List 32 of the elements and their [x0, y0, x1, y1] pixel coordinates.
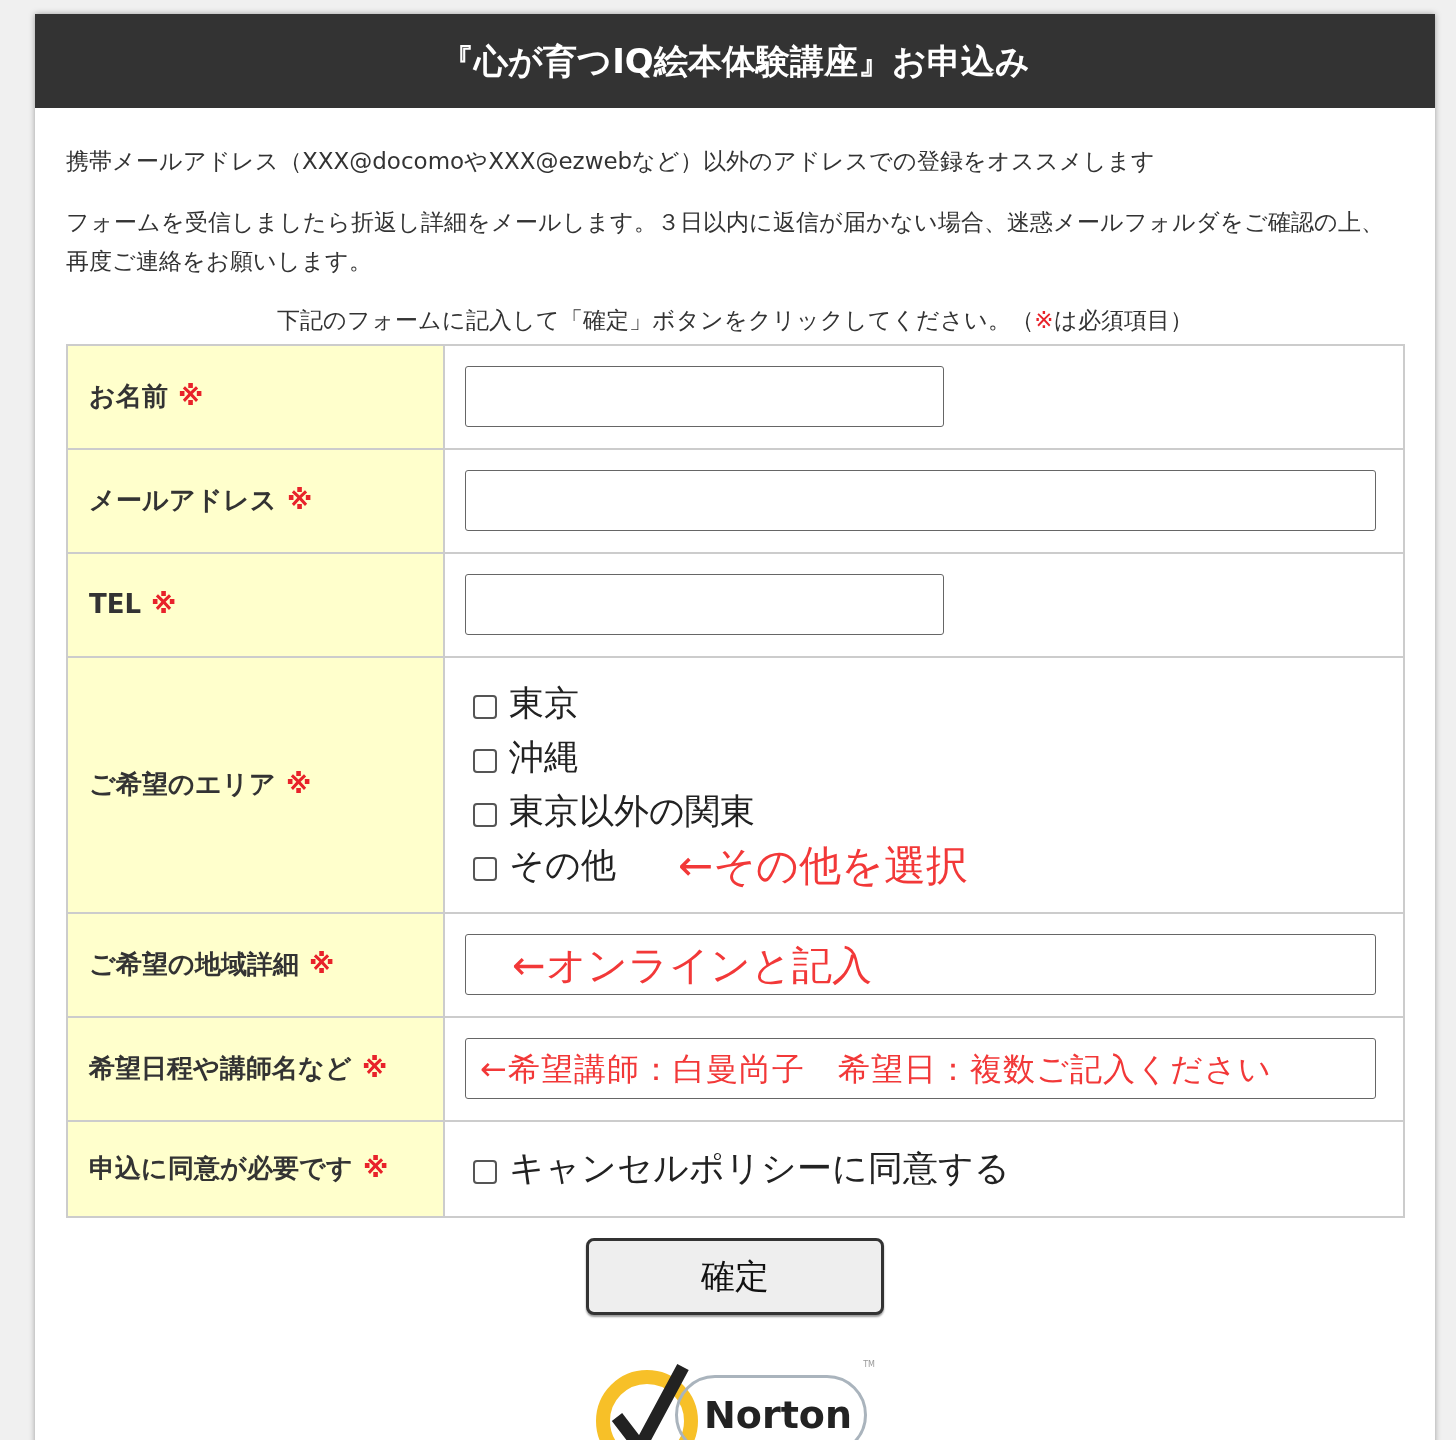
checkbox-label: 沖縄	[509, 740, 579, 775]
field-label: 希望日程や講師名など ※	[89, 1052, 388, 1085]
checkbox[interactable]	[473, 748, 497, 773]
input-field[interactable]	[465, 574, 944, 635]
checkbox-label: キャンセルポリシーに同意する	[509, 1151, 1010, 1186]
field-label: 申込に同意が必要です ※	[89, 1152, 389, 1185]
checkbox[interactable]	[473, 694, 497, 719]
field-label: メールアドレス ※	[89, 484, 313, 517]
instruction-text: 下記のフォームに記入して「確定」ボタンをクリックしてください。（※は必須項目）	[276, 306, 1194, 335]
checkbox[interactable]	[473, 1159, 497, 1184]
input-field[interactable]	[465, 470, 1376, 531]
field-label: ご希望の地域詳細 ※	[89, 948, 335, 981]
input-field[interactable]: ←オンラインと記入	[465, 934, 1376, 995]
field-label: お名前 ※	[89, 380, 204, 413]
field-label: ご希望のエリア ※	[89, 768, 312, 801]
trademark-text: TM	[863, 1358, 875, 1371]
annotation-text: ←オンラインと記入	[512, 944, 872, 985]
input-field[interactable]: ←希望講師：白曼尚子 希望日：複数ご記入ください	[465, 1038, 1376, 1099]
submit-button[interactable]: 確定	[586, 1237, 884, 1315]
field-label: TEL ※	[89, 588, 177, 621]
page-title: 『心が育つIQ絵本体験講座』お申込み	[440, 39, 1030, 83]
checkbox-label: 東京	[509, 686, 579, 721]
annotation-text: ←その他を選択	[678, 844, 969, 887]
notice-text: 携帯メールアドレス（XXX@docomoやXXX@ezwebなど）以外のアドレスでの登録をオススメします	[66, 147, 1157, 176]
checkbox-label: その他	[509, 848, 616, 883]
notice-text: フォームを受信しましたら折返し詳細をメールします。３日以内に返信が届かない場合、迷惑メールフォルダをご確認の上、再度ご連絡をお願いします。	[66, 208, 1385, 276]
badge-name: Norton	[704, 1395, 852, 1434]
input-field[interactable]	[465, 366, 944, 427]
checkbox[interactable]	[473, 856, 497, 881]
annotation-text: ←希望講師：白曼尚子 希望日：複数ご記入ください	[480, 1052, 1272, 1085]
checkbox-label: 東京以外の関東	[509, 794, 755, 829]
checkbox[interactable]	[473, 802, 497, 827]
